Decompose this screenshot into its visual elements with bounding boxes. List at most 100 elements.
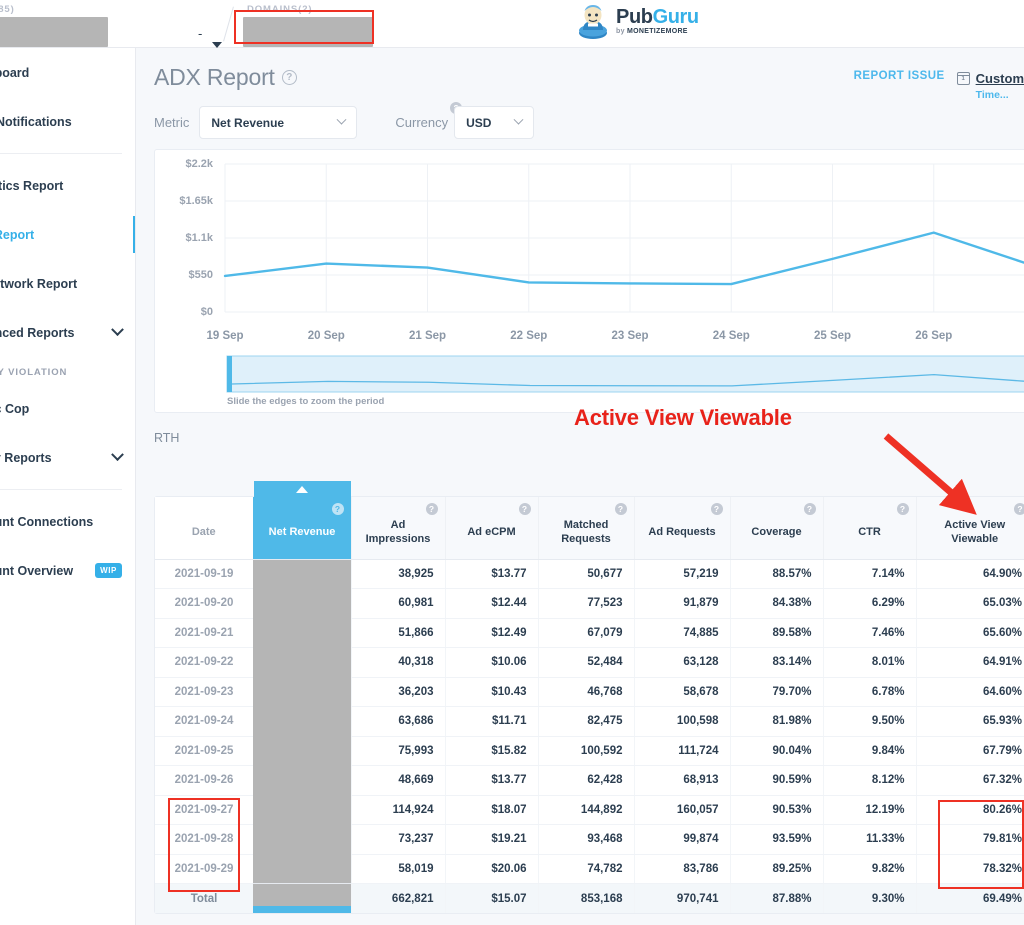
cell-ad_impressions: 63,686 [351,707,445,737]
sidebar-divider [0,489,122,490]
chevron-down-icon[interactable] [111,448,124,461]
sidebar-item-ad-network-report[interactable]: Ad Network Report [0,259,136,308]
slider-preview-chart[interactable] [155,354,1024,400]
chevron-down-icon [514,115,524,125]
sidebar-item-label: Alert Notifications [0,115,72,129]
table-row[interactable]: 2021-09-27114,924$18.07144,892160,05790.… [155,795,1024,825]
question-mark-icon[interactable]: ? [282,70,297,85]
sidebar-item-account-overview[interactable]: Account OverviewWIP [0,546,136,595]
total-cell-coverage: 87.88% [730,884,823,914]
total-cell-net_revenue [253,884,351,914]
cell-date: 2021-09-20 [155,589,253,619]
report-issue-link[interactable]: REPORT ISSUE [854,70,945,82]
cell-ad_ecpm: $12.49 [445,618,538,648]
cell-ad_requests: 100,598 [634,707,730,737]
header-actions: REPORT ISSUE Custom Time... [854,64,1024,102]
cell-ad_requests: 68,913 [634,766,730,796]
cell-ad_ecpm: $13.77 [445,559,538,589]
cell-ad_ecpm: $15.82 [445,736,538,766]
cell-ctr: 7.14% [823,559,916,589]
table-row[interactable]: 2021-09-2958,019$20.0674,78283,78689.25%… [155,854,1024,884]
cell-ad_impressions: 36,203 [351,677,445,707]
column-help-icon[interactable]: ? [615,503,627,515]
table-header-coverage[interactable]: ?Coverage [730,497,823,559]
domains-selector[interactable]: DOMAINS(2) [243,2,383,47]
table-header-ad-ecpm[interactable]: ?Ad eCPM [445,497,538,559]
table-row[interactable]: 2021-09-1938,925$13.7750,67757,21988.57%… [155,559,1024,589]
publishers-dash: - [198,26,202,41]
column-help-icon[interactable]: ? [426,503,438,515]
table-header-net-revenue[interactable]: ?Net Revenue [253,497,351,559]
cell-ad_impressions: 114,924 [351,795,445,825]
cell-active_view_viewable: 65.03% [916,589,1024,619]
cell-ad_requests: 63,128 [634,648,730,678]
table-header-date[interactable]: Date [155,497,253,559]
chart-card: $0$550$1.1k$1.65k$2.2k 19 Sep20 Sep21 Se… [154,149,1024,413]
cell-matched_requests: 46,768 [538,677,634,707]
date-range-picker[interactable]: Custom Time... [957,70,1024,102]
table-header-label: Ad Impressions [366,519,431,545]
cell-net_revenue [253,825,351,855]
cell-matched_requests: 52,484 [538,648,634,678]
table-header-label: Ad Requests [648,526,715,538]
metric-select[interactable]: Net Revenue [199,106,357,139]
sidebar-item-advanced-reports[interactable]: Advanced Reports [0,308,136,357]
cell-net_revenue [253,559,351,589]
sidebar-item-traffic-cop[interactable]: Traffic Cop [0,384,136,433]
table-row[interactable]: 2021-09-2873,237$19.2193,46899,87493.59%… [155,825,1024,855]
table-row[interactable]: 2021-09-2463,686$11.7182,475100,59881.98… [155,707,1024,737]
table-row[interactable]: 2021-09-2240,318$10.0652,48463,12883.14%… [155,648,1024,678]
table-row[interactable]: 2021-09-2151,866$12.4967,07974,88589.58%… [155,618,1024,648]
table-row[interactable]: 2021-09-2060,981$12.4477,52391,87984.38%… [155,589,1024,619]
sidebar-item-alert-notifications[interactable]: Alert Notifications [0,97,136,146]
cell-coverage: 89.58% [730,618,823,648]
currency-select-value: USD [466,116,491,130]
currency-select[interactable]: USD [454,106,534,139]
cell-active_view_viewable: 79.81% [916,825,1024,855]
cell-active_view_viewable: 80.26% [916,795,1024,825]
cell-net_revenue [253,707,351,737]
sidebar-item-adx-report[interactable]: ADX Report [0,210,136,259]
table-header-ad-requests[interactable]: ? Ad Requests [634,497,730,559]
period-range-slider[interactable]: Slide the edges to zoom the period [155,350,1024,412]
report-table-wrap: Date ?Net Revenue? Ad Impressions ?Ad eCPM?… [154,496,1024,914]
cell-date: 2021-09-24 [155,707,253,737]
cell-ctr: 7.46% [823,618,916,648]
pubguru-logo[interactable]: PubGuru by MONETIZEMORE [576,2,699,40]
logo-brand-text: MONETIZEMORE [627,28,688,35]
sort-ascending-icon[interactable] [254,481,351,497]
table-header-label: CTR [858,526,881,538]
table-row[interactable]: 2021-09-2575,993$15.82100,592111,72490.0… [155,736,1024,766]
cell-date: 2021-09-21 [155,618,253,648]
publishers-selector[interactable]: PUBLISHERS (2385) [0,2,204,47]
sidebar-item-dashboard[interactable]: Dashboard [0,48,136,97]
domains-value-redacted[interactable] [243,17,373,47]
cell-date: 2021-09-28 [155,825,253,855]
cell-ctr: 6.29% [823,589,916,619]
cell-date: 2021-09-29 [155,854,253,884]
revenue-line-chart: $0$550$1.1k$1.65k$2.2k 19 Sep20 Sep21 Se… [155,150,1024,350]
date-range-value[interactable]: Custom [976,70,1024,88]
publishers-value-redacted[interactable] [0,17,108,47]
total-cell-ad_impressions: 662,821 [351,884,445,914]
table-row[interactable]: 2021-09-2648,669$13.7762,42868,91390.59%… [155,766,1024,796]
table-header-matched-requests[interactable]: ?Matched Requests [538,497,634,559]
cell-net_revenue [253,648,351,678]
table-row[interactable]: 2021-09-2336,203$10.4346,76858,67879.70%… [155,677,1024,707]
sidebar-item-account-connections[interactable]: Account Connections [0,497,136,546]
table-header-ad-impressions[interactable]: ? Ad Impressions [351,497,445,559]
column-help-icon[interactable]: ? [1014,503,1024,515]
table-header-label: Date [192,526,216,538]
column-help-icon[interactable]: ? [519,503,531,515]
sidebar-item-policy-reports[interactable]: Policy Reports [0,433,136,482]
chevron-down-icon[interactable] [111,323,124,336]
column-help-icon[interactable]: ? [804,503,816,515]
sidebar-item-analytics-report[interactable]: Analytics Report [0,161,136,210]
cell-ad_requests: 160,057 [634,795,730,825]
sidebar-divider [0,153,122,154]
cell-coverage: 89.25% [730,854,823,884]
x-axis-tick-label: 25 Sep [814,330,851,342]
column-help-icon[interactable]: ? [332,503,344,515]
column-help-icon[interactable]: ? [711,503,723,515]
cell-date: 2021-09-26 [155,766,253,796]
